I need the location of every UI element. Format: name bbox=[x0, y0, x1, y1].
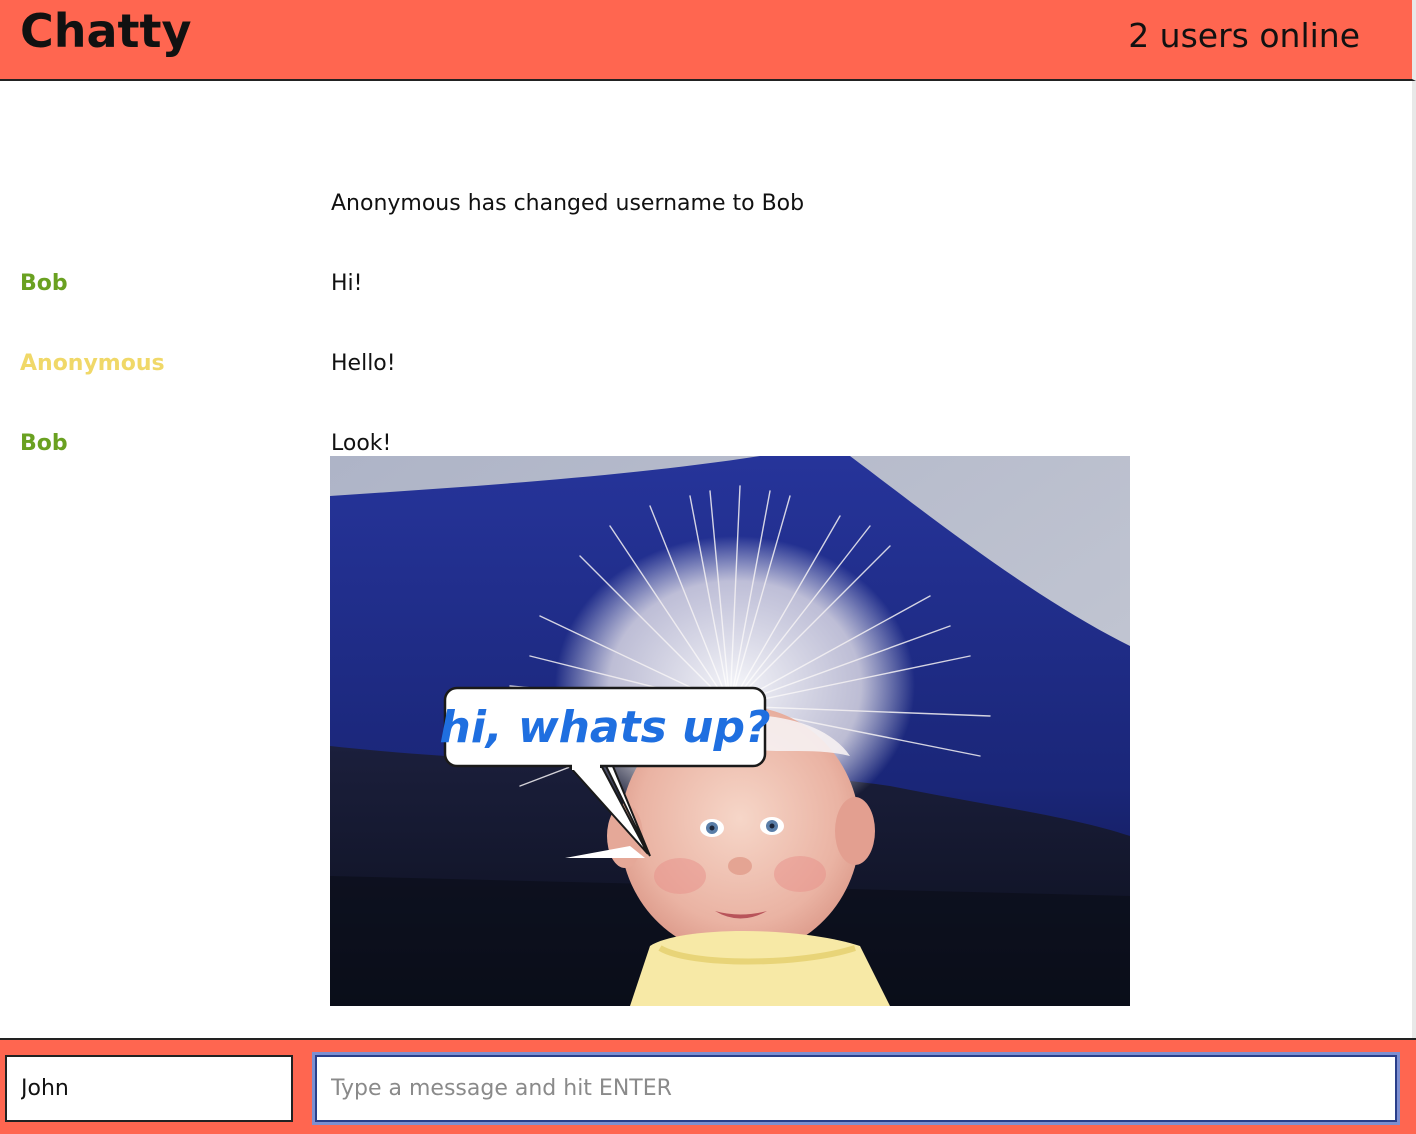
message-username: Bob bbox=[20, 431, 68, 456]
brand-logo-text[interactable]: Chatty bbox=[20, 4, 192, 58]
chat-bar bbox=[0, 1038, 1416, 1134]
users-online-counter: 2 users online bbox=[1128, 16, 1360, 55]
message-content: Hi! bbox=[331, 271, 363, 296]
message-content: Look! bbox=[331, 431, 392, 456]
username-input[interactable] bbox=[5, 1055, 293, 1122]
message-image[interactable]: hi, whats up? bbox=[330, 456, 1130, 1006]
message-username: Bob bbox=[20, 271, 68, 296]
speech-bubble-text: hi, whats up? bbox=[440, 702, 771, 753]
message-content: Hello! bbox=[331, 351, 396, 376]
notification-text: Anonymous has changed username to Bob bbox=[331, 191, 805, 216]
message-username: Anonymous bbox=[20, 351, 165, 376]
message-input[interactable] bbox=[315, 1055, 1397, 1122]
navbar: Chatty 2 users online bbox=[0, 0, 1416, 81]
